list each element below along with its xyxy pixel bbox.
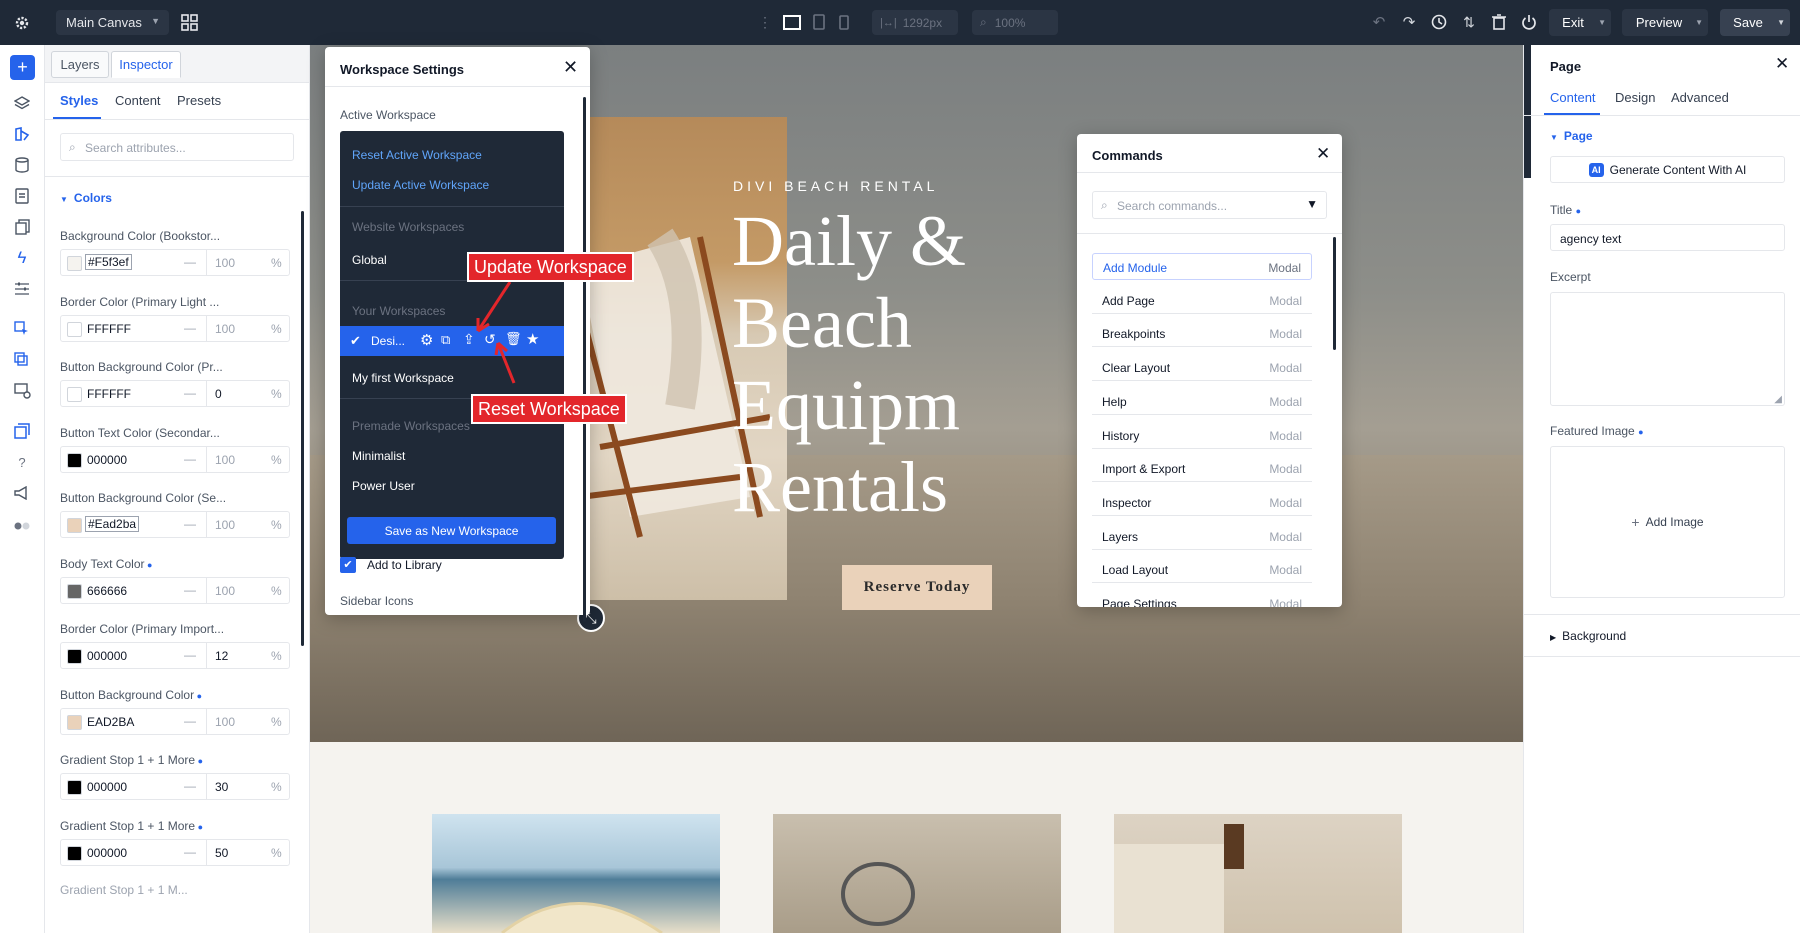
modal-title: Commands: [1092, 148, 1163, 163]
command-type: Modal: [1269, 597, 1302, 607]
title-label: Title ●: [1550, 203, 1582, 217]
command-row[interactable]: Add Page Modal: [1092, 287, 1312, 314]
tab-design[interactable]: Design: [1615, 90, 1655, 105]
search-icon: ⌕: [1101, 198, 1108, 212]
command-type: Modal: [1269, 361, 1302, 376]
command-name: Load Layout: [1102, 563, 1169, 578]
divider: [1077, 233, 1342, 234]
caret-down-icon: ▼: [1550, 133, 1558, 142]
command-row[interactable]: Help Modal: [1092, 388, 1312, 415]
command-row[interactable]: Breakpoints Modal: [1092, 320, 1312, 348]
featured-image-label: Featured Image ●: [1550, 424, 1644, 438]
tab-content[interactable]: Content: [1550, 90, 1596, 105]
divider: [1524, 115, 1800, 116]
command-type: Modal: [1269, 529, 1302, 544]
add-image-label: Add Image: [1645, 515, 1704, 529]
tab-advanced[interactable]: Advanced: [1671, 90, 1729, 105]
command-name: Clear Layout: [1102, 361, 1171, 376]
scrollbar[interactable]: [1333, 237, 1336, 350]
add-image-dropzone[interactable]: + Add Image: [1550, 446, 1785, 598]
plus-icon: +: [1631, 514, 1640, 530]
resize-grip-icon: ◢: [1774, 394, 1782, 405]
background-section-title: Background: [1562, 629, 1627, 643]
excerpt-textarea[interactable]: ◢: [1550, 292, 1785, 406]
commands-modal: Commands ✕ ⌕ Search commands... ▼ Add Mo…: [1077, 134, 1342, 607]
command-row[interactable]: Page Settings Modal: [1092, 590, 1312, 607]
command-name: Breakpoints: [1102, 327, 1166, 342]
command-row[interactable]: Layers Modal: [1092, 523, 1312, 550]
command-name: Add Module: [1103, 261, 1168, 275]
divider: [1077, 172, 1342, 173]
filter-icon[interactable]: ▼: [1306, 197, 1318, 211]
divider: [1524, 656, 1800, 657]
background-section-header[interactable]: ▶ Background: [1550, 629, 1626, 643]
command-row[interactable]: Load Layout Modal: [1092, 556, 1312, 584]
panel-resize-bar[interactable]: [1524, 45, 1531, 178]
command-type: Modal: [1268, 261, 1301, 275]
excerpt-label: Excerpt: [1550, 270, 1591, 284]
page-section-header[interactable]: ▼ Page: [1550, 129, 1593, 143]
command-name: Import & Export: [1102, 462, 1186, 477]
page-settings-panel: Page ✕ Content Design Advanced ▼ Page AI …: [1523, 45, 1800, 933]
command-row[interactable]: History Modal: [1092, 422, 1312, 449]
command-name: History: [1102, 428, 1140, 443]
search-placeholder: Search commands...: [1117, 199, 1228, 213]
title-label-text: Title: [1550, 203, 1573, 217]
close-icon[interactable]: ✕: [1316, 144, 1330, 164]
page-section-title: Page: [1563, 129, 1593, 143]
command-name: Help: [1102, 394, 1127, 409]
command-type: Modal: [1269, 563, 1302, 578]
command-name: Page Settings: [1102, 597, 1177, 607]
title-value: agency text: [1560, 232, 1622, 246]
update-workspace-callout: Update Workspace: [467, 252, 634, 282]
command-type: Modal: [1269, 394, 1302, 409]
reset-workspace-callout: Reset Workspace: [471, 394, 627, 424]
command-row[interactable]: Inspector Modal: [1092, 489, 1312, 516]
command-type: Modal: [1269, 462, 1302, 477]
caret-right-icon: ▶: [1550, 633, 1557, 642]
title-input[interactable]: agency text: [1550, 224, 1785, 251]
command-type: Modal: [1269, 327, 1302, 342]
search-commands-input[interactable]: ⌕ Search commands... ▼: [1092, 191, 1327, 219]
ai-icon: AI: [1588, 162, 1604, 177]
command-type: Modal: [1269, 428, 1302, 443]
divider: [1524, 614, 1800, 615]
command-name: Add Page: [1102, 293, 1155, 308]
command-type: Modal: [1269, 293, 1302, 308]
command-row[interactable]: Add Module Modal: [1092, 253, 1312, 280]
ai-button-label: Generate Content With AI: [1609, 162, 1747, 177]
panel-title: Page: [1550, 59, 1582, 74]
command-type: Modal: [1269, 495, 1302, 510]
command-name: Layers: [1102, 529, 1139, 544]
command-row[interactable]: Clear Layout Modal: [1092, 354, 1312, 382]
close-icon[interactable]: ✕: [1775, 54, 1789, 74]
command-row[interactable]: Import & Export Modal: [1092, 455, 1312, 483]
generate-content-ai-button[interactable]: AI Generate Content With AI: [1550, 156, 1785, 183]
featured-image-label-text: Featured Image: [1550, 424, 1635, 438]
command-name: Inspector: [1102, 495, 1152, 510]
